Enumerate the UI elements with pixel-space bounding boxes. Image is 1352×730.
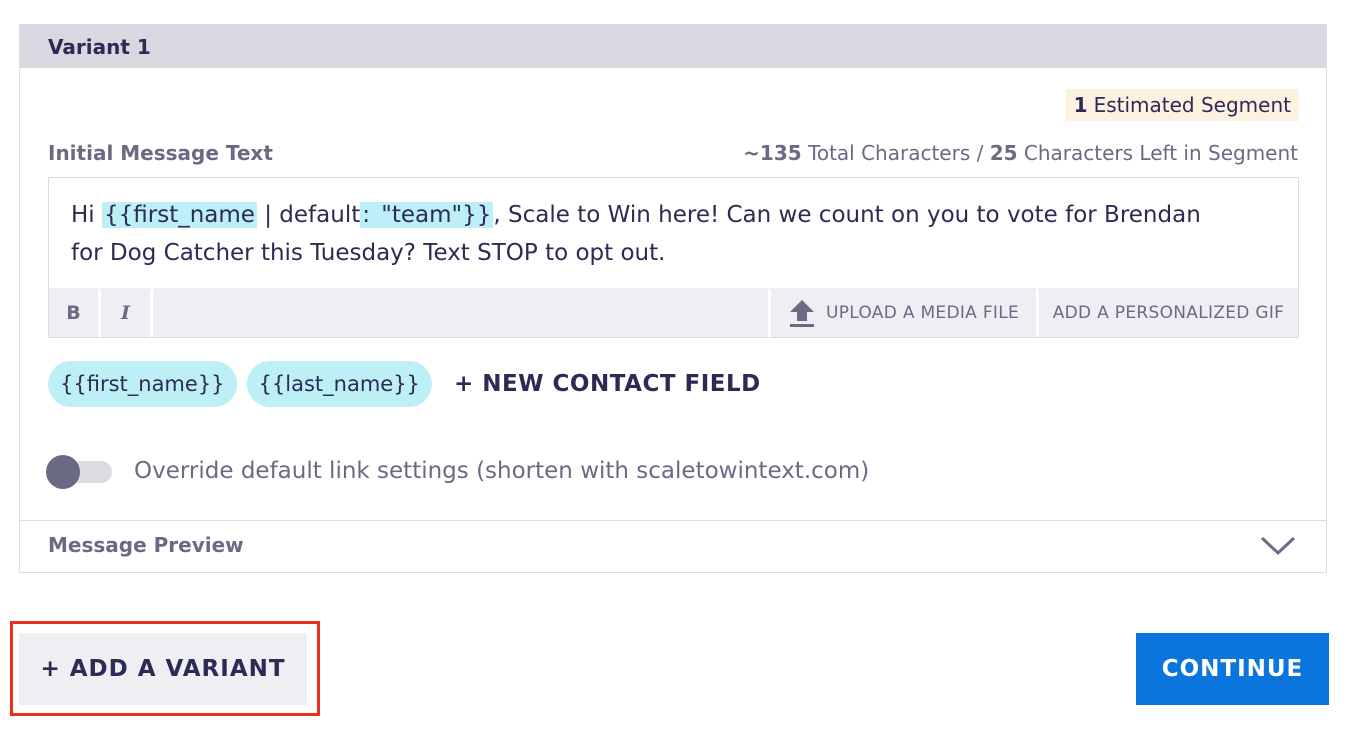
editor-toolbar: B I UPLOAD A MEDIA FILE ADD A PERSONALIZ… bbox=[49, 288, 1298, 337]
message-prefix: Hi bbox=[71, 202, 102, 228]
add-gif-button[interactable]: ADD A PERSONALIZED GIF bbox=[1039, 289, 1298, 337]
chevron-down-icon[interactable] bbox=[1260, 535, 1296, 557]
upload-media-button[interactable]: UPLOAD A MEDIA FILE bbox=[771, 289, 1039, 337]
characters-left: 25 bbox=[989, 141, 1018, 165]
bold-button[interactable]: B bbox=[49, 289, 101, 337]
segment-badge: 1 Estimated Segment bbox=[1065, 89, 1299, 121]
variant-header: Variant 1 bbox=[20, 25, 1326, 68]
toolbar-spacer bbox=[153, 289, 771, 337]
message-field-label: Initial Message Text bbox=[48, 141, 273, 165]
characters-left-label: Characters Left in Segment bbox=[1023, 141, 1298, 165]
link-settings-row: Override default link settings (shorten … bbox=[46, 453, 869, 489]
character-count: ~135 Total Characters / 25 Characters Le… bbox=[743, 141, 1298, 165]
segment-count: 1 bbox=[1073, 93, 1088, 117]
message-editor[interactable]: Hi {{first_name | default: "team"}}, Sca… bbox=[48, 177, 1299, 338]
segment-label: Estimated Segment bbox=[1093, 93, 1291, 117]
toggle-knob bbox=[46, 455, 80, 489]
link-override-label: Override default link settings (shorten … bbox=[134, 458, 870, 484]
chip-last-name[interactable]: {{last_name}} bbox=[246, 361, 432, 407]
link-override-toggle[interactable] bbox=[46, 453, 112, 489]
token-default-value: "team"}} bbox=[372, 202, 494, 228]
add-variant-button[interactable]: + ADD A VARIANT bbox=[19, 633, 307, 705]
message-text[interactable]: Hi {{first_name | default: "team"}}, Sca… bbox=[71, 196, 1231, 272]
total-characters: ~135 bbox=[743, 141, 802, 165]
upload-media-label: UPLOAD A MEDIA FILE bbox=[825, 303, 1020, 323]
upload-icon bbox=[789, 300, 814, 327]
chip-first-name[interactable]: {{first_name}} bbox=[48, 361, 237, 407]
total-characters-label: Total Characters / bbox=[808, 141, 984, 165]
variant-card: Variant 1 1 Estimated Segment Initial Me… bbox=[19, 24, 1327, 573]
message-preview-row[interactable]: Message Preview bbox=[20, 520, 1326, 574]
token-default: | default bbox=[256, 202, 361, 228]
token-first-name: {{first_name bbox=[102, 202, 257, 228]
message-preview-label: Message Preview bbox=[48, 533, 244, 557]
token-colon: : bbox=[360, 202, 372, 228]
add-variant-highlight: + ADD A VARIANT bbox=[10, 621, 320, 716]
continue-button[interactable]: CONTINUE bbox=[1136, 633, 1329, 705]
new-contact-field-button[interactable]: + NEW CONTACT FIELD bbox=[454, 371, 761, 397]
contact-field-chips: {{first_name}} {{last_name}} + NEW CONTA… bbox=[48, 361, 761, 407]
italic-button[interactable]: I bbox=[101, 289, 153, 337]
